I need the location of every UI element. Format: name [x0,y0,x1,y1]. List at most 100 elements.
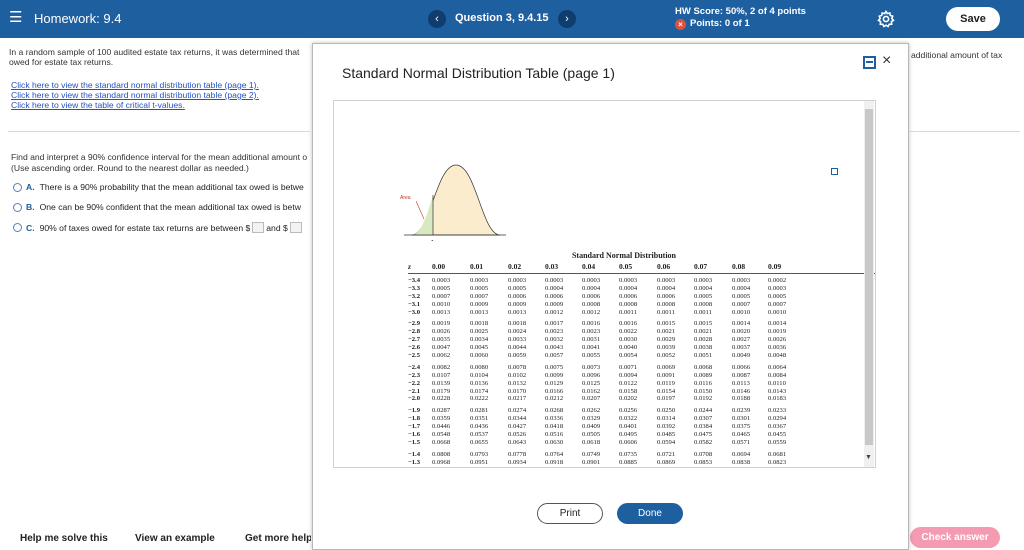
expand-icon[interactable] [831,168,838,175]
probability-cell: 0.0075 [545,363,564,371]
probability-cell: 0.0125 [582,379,601,387]
probability-cell: 0.0015 [694,320,713,328]
probability-cell: 0.0119 [657,379,675,387]
probability-cell: 0.0008 [582,300,601,308]
radio-a[interactable] [13,182,22,192]
probability-cell: 0.0026 [768,336,787,344]
probability-cell: 0.0104 [470,371,489,379]
minimize-icon[interactable] [863,56,876,69]
table-body: −3.4 0.0003 0.0003 0.0003 0.0003 0.0003 0.0003… [408,277,875,468]
divider-right [910,131,1020,132]
probability-cell: 0.0030 [619,336,638,344]
header-col: 0.01 [470,262,484,271]
probability-cell: 0.0918 [545,458,564,466]
probability-cell: 0.0281 [470,407,489,415]
table-row: −3.0 0.0013 0.0013 0.0013 0.0012 0.0012 0.0011… [408,308,875,317]
probability-cell: 0.0089 [694,371,713,379]
probability-cell: 0.0009 [508,300,527,308]
probability-cell: 0.0274 [508,407,527,415]
probability-cell: 0.0020 [732,328,751,336]
probability-cell: 0.0606 [619,438,638,446]
probability-cell: 0.1112 [508,467,526,468]
probability-cell: 0.0708 [694,450,713,458]
probability-cell: 0.0207 [582,395,601,403]
previous-question-button[interactable]: ‹ [428,10,446,28]
probability-cell: 0.0537 [470,431,489,439]
probability-cell: 0.1020 [694,467,712,468]
probability-cell: 0.1075 [582,467,600,468]
probability-cell: 0.0071 [619,363,638,371]
probability-cell: 0.0027 [732,336,751,344]
probability-cell: 0.0436 [470,423,489,431]
probability-cell: 0.0446 [432,423,451,431]
probability-cell: 0.0170 [508,387,527,395]
hamburger-icon[interactable]: ☰ [9,10,22,26]
help-me-solve-button[interactable]: Help me solve this [20,533,108,544]
probability-cell: 0.0023 [582,328,601,336]
option-c[interactable]: C. 90% of taxes owed for estate tax retu… [13,222,304,233]
table-row: −2.9 0.0019 0.0018 0.0018 0.0017 0.0016 0.0016… [408,320,875,328]
radio-c[interactable] [13,223,22,232]
probability-cell: 0.0037 [732,344,751,352]
upper-bound-input[interactable] [289,222,302,233]
probability-cell: 0.0367 [768,423,787,431]
lower-bound-input[interactable] [252,222,265,233]
t-values-link[interactable]: Click here to view the table of critical… [11,100,185,110]
probability-cell: 0.0485 [657,431,676,439]
probability-cell: 0.0838 [732,458,751,466]
done-button[interactable]: Done [617,503,683,524]
probability-cell: 0.0006 [545,292,564,300]
probability-cell: 0.0668 [432,438,451,446]
probability-cell: 0.0028 [694,336,713,344]
probability-cell: 0.0301 [732,415,751,423]
probability-cell: 0.0455 [768,431,787,439]
probability-cell: 0.0091 [657,371,676,379]
table-row: −1.3 0.0968 0.0951 0.0934 0.0918 0.0901 0.0885… [408,458,875,467]
header-col: 0.00 [432,262,446,271]
probability-cell: 0.0003 [657,277,676,284]
view-example-button[interactable]: View an example [135,533,215,544]
check-answer-button[interactable]: Check answer [910,527,1000,548]
scroll-down-icon[interactable]: ▼ [865,454,872,462]
normal-table-page2-link[interactable]: Click here to view the standard normal d… [11,90,259,100]
get-more-help-button[interactable]: Get more help [245,533,311,544]
probability-cell: 0.0116 [694,379,712,387]
probability-cell: 0.0013 [432,308,451,316]
table-scroll-area[interactable]: Area z Standard Normal Distribution z 0.0… [333,100,876,468]
probability-cell: 0.0139 [432,379,451,387]
scrollbar[interactable]: ▼ [864,101,874,467]
scrollbar-thumb[interactable] [865,109,873,445]
probability-cell: 0.0004 [619,284,638,292]
normal-table-page1-link[interactable]: Click here to view the standard normal d… [11,80,259,90]
area-pointer [415,200,425,220]
question-prompt: Find and interpret a 90% confidence inte… [11,152,308,162]
probability-cell: 0.0793 [470,450,489,458]
probability-cell: 0.0051 [694,352,713,360]
probability-cell: 0.0011 [694,308,712,316]
print-button[interactable]: Print [537,503,603,524]
top-bar: ☰ Homework: 9.4 ‹ Question 3, 9.4.15 › H… [0,0,1024,38]
incorrect-icon: × [675,18,686,30]
z-value: −3.2 [408,292,420,300]
probability-cell: 0.0035 [432,336,451,344]
close-icon[interactable]: × [882,52,891,70]
gear-icon[interactable] [876,9,896,29]
z-value: −1.9 [408,407,420,415]
save-button[interactable]: Save [946,7,1000,31]
z-label: z [430,239,434,241]
radio-b[interactable] [13,202,22,212]
option-a[interactable]: A. There is a 90% probability that the m… [13,182,304,192]
probability-cell: 0.0174 [470,387,489,395]
next-question-button[interactable]: › [558,10,576,28]
z-value: −2.1 [408,387,420,395]
z-value: −3.0 [408,308,420,316]
probability-cell: 0.0002 [768,277,787,284]
probability-cell: 0.0005 [470,284,489,292]
probability-cell: 0.1003 [732,467,750,468]
probability-cell: 0.0005 [694,292,713,300]
probability-cell: 0.0004 [732,284,751,292]
probability-cell: 0.0004 [582,284,601,292]
normal-table-modal: Standard Normal Distribution Table (page… [312,43,909,550]
table-row: −1.9 0.0287 0.0281 0.0274 0.0268 0.0262 0.0256… [408,407,875,415]
option-b[interactable]: B. One can be 90% confident that the mea… [13,202,301,212]
